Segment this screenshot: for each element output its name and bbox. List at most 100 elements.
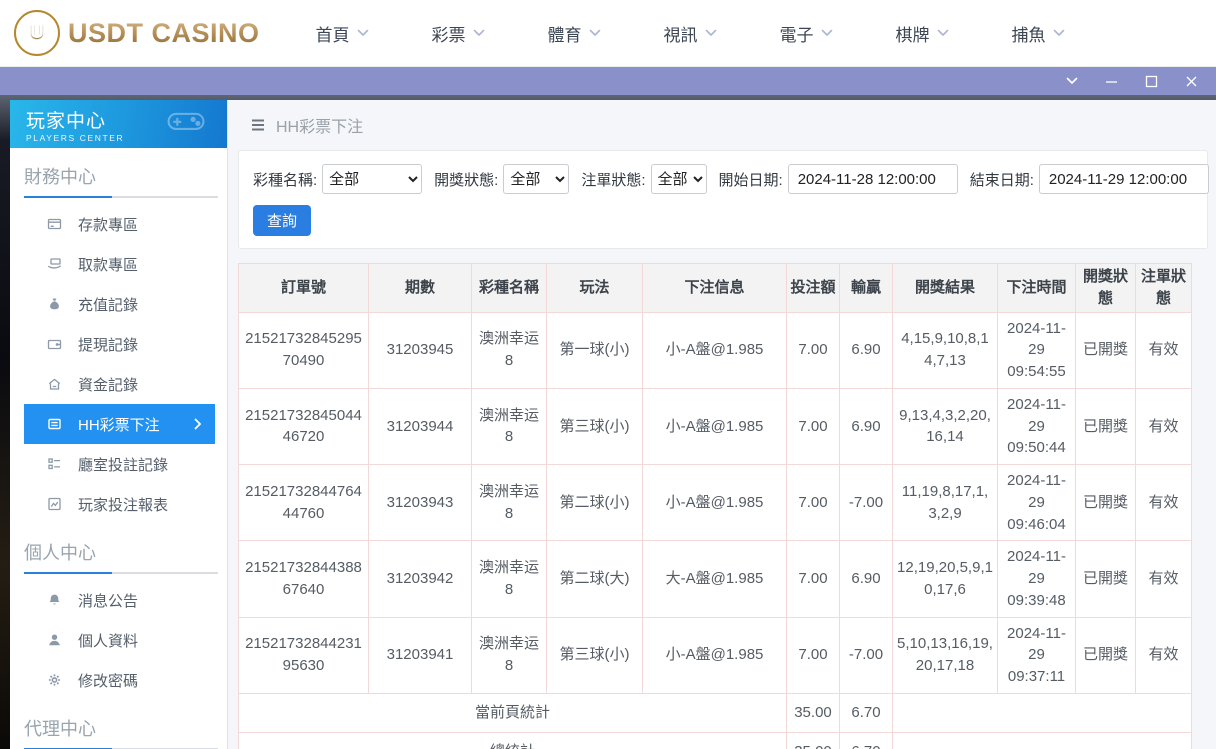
- sidebar-item[interactable]: 修改密碼: [24, 660, 215, 700]
- hamburger-menu-icon[interactable]: [250, 118, 266, 132]
- nav-item-label: 體育: [547, 25, 582, 45]
- user-icon: [46, 632, 63, 648]
- sidebar-menu: 財務中心存款專區取款專區充值記錄提現記錄 資金記錄 HH彩票下注廳室投註記錄 玩家投注…: [10, 163, 227, 749]
- nav-item[interactable]: 捕魚: [1012, 21, 1065, 46]
- sidebar-item[interactable]: 個人資料: [24, 620, 215, 660]
- close-icon[interactable]: [1185, 75, 1198, 88]
- column-header: 彩種名稱: [471, 263, 547, 313]
- column-header: 輸贏: [839, 263, 893, 313]
- section-underline: [24, 572, 218, 574]
- filter-panel: 彩種名稱: 全部 開獎狀態: 全部 注單狀態: 全部 開始日期: 結束日期:: [238, 150, 1209, 249]
- summary-empty: [892, 692, 1192, 733]
- summary-winloss: 6.70: [839, 731, 893, 749]
- end-date-input[interactable]: [1038, 164, 1209, 194]
- maximize-icon[interactable]: [1145, 75, 1158, 88]
- sidebar-item-label: 個人資料: [78, 632, 139, 650]
- nav-item[interactable]: 首頁: [316, 21, 369, 46]
- cell-play: 第二球(大): [546, 540, 643, 618]
- nav-item[interactable]: 彩票: [432, 21, 485, 46]
- nav-item-label: 捕魚: [1011, 25, 1046, 45]
- draw-status-filter-label: 開獎狀態:: [434, 171, 499, 189]
- cell-period: 31203945: [368, 311, 472, 389]
- cell-bet-info: 小-A盤@1.985: [642, 311, 787, 389]
- money-bag-icon: [46, 296, 63, 312]
- chevron-down-icon: [589, 29, 601, 37]
- sidebar-item-label: 存款專區: [78, 216, 139, 234]
- sidebar-section-title: 財務中心: [24, 167, 96, 187]
- start-date-input[interactable]: [787, 164, 958, 194]
- cell-result: 5,10,13,16,19,20,17,18: [892, 616, 998, 694]
- cell-result: 12,19,20,5,9,10,17,6: [892, 540, 998, 618]
- window-titlebar: [0, 67, 1216, 95]
- sidebar-item[interactable]: 充值記錄: [24, 284, 215, 324]
- cell-lottery: 澳洲幸运8: [471, 540, 547, 618]
- sidebar-item[interactable]: 資金記錄: [24, 364, 215, 404]
- nav-item[interactable]: 棋牌: [896, 21, 949, 46]
- cell-draw-status: 已開獎: [1075, 311, 1136, 389]
- query-button[interactable]: 查詢: [253, 205, 312, 236]
- top-navigation-bar: U USDT CASINO 首頁 彩票 體育 視訊 電子 棋牌 捕魚: [0, 0, 1216, 67]
- order-status-filter-label: 注單狀態:: [581, 171, 646, 189]
- table-header-row: 訂單號 期數 彩種名稱 玩法 下注信息 投注額 輸贏 開獎結果 下注時間 開獎狀態 注單狀態: [238, 263, 1192, 313]
- cell-period: 31203943: [368, 463, 472, 542]
- cell-play: 第二球(小): [546, 463, 643, 542]
- sidebar-item-label: 廳室投註記錄: [78, 456, 169, 474]
- nav-item-label: 電子: [779, 25, 814, 45]
- table-row: 2152173284529570490 31203945 澳洲幸运8 第一球(小) 小-…: [238, 311, 1192, 389]
- cell-lottery: 澳洲幸运8: [471, 616, 547, 694]
- coin-logo-icon: U: [14, 10, 60, 56]
- chevron-down-icon[interactable]: [1066, 77, 1078, 85]
- column-header: 注單狀態: [1135, 263, 1192, 313]
- brand-name: USDT CASINO: [68, 17, 260, 48]
- report-chart-icon: [46, 496, 63, 512]
- sidebar: 玩家中心 PLAYERS CENTER 財務中心 存款專區 取款專區 充值記錄 提現記錄…: [10, 100, 228, 749]
- lottery-filter-label: 彩種名稱:: [253, 171, 318, 189]
- summary-empty: [892, 731, 1192, 749]
- sidebar-item-label: 消息公告: [78, 592, 139, 610]
- chevron-down-icon: [821, 29, 833, 37]
- summary-label: 當前頁統計: [238, 692, 787, 733]
- draw-status-filter: 開獎狀態: 全部: [434, 164, 570, 194]
- summary-label: 總統計: [238, 731, 787, 749]
- lottery-filter: 彩種名稱: 全部: [253, 164, 423, 194]
- cell-bet-info: 小-A盤@1.985: [642, 463, 787, 542]
- minimize-icon[interactable]: [1105, 75, 1118, 88]
- column-header: 訂單號: [238, 263, 369, 313]
- nav-item-label: 視訊: [663, 25, 698, 45]
- sidebar-item[interactable]: 玩家投注報表: [24, 484, 215, 524]
- column-header: 投注額: [786, 263, 840, 313]
- cell-time: 2024-11-29 09:37:11: [997, 616, 1076, 694]
- workspace: 玩家中心 PLAYERS CENTER 財務中心 存款專區 取款專區 充值記錄 提現記錄…: [0, 95, 1216, 749]
- nav-item[interactable]: 視訊: [664, 21, 717, 46]
- sidebar-item[interactable]: HH彩票下注: [24, 404, 215, 444]
- table-body: 2152173284529570490 31203945 澳洲幸运8 第一球(小) 小-…: [238, 311, 1192, 749]
- cell-time: 2024-11-29 09:54:55: [997, 311, 1076, 389]
- cell-draw-status: 已開獎: [1075, 387, 1136, 466]
- end-date-filter: 結束日期:: [970, 164, 1209, 194]
- cell-draw-status: 已開獎: [1075, 540, 1136, 618]
- sidebar-item-label: 取款專區: [78, 256, 139, 274]
- order-status-select[interactable]: 全部: [650, 164, 707, 194]
- bell-icon: [46, 592, 63, 608]
- sidebar-item-label: 玩家投注報表: [78, 496, 169, 514]
- cell-result: 4,15,9,10,8,14,7,13: [892, 311, 998, 389]
- cell-time: 2024-11-29 09:39:48: [997, 540, 1076, 618]
- draw-status-select[interactable]: 全部: [503, 164, 570, 194]
- lottery-select[interactable]: 全部: [322, 164, 423, 194]
- nav-item[interactable]: 電子: [780, 21, 833, 46]
- start-date-filter: 開始日期:: [719, 164, 958, 194]
- bank-card-icon: [46, 216, 63, 232]
- cell-lottery: 澳洲幸运8: [471, 387, 547, 466]
- sidebar-item[interactable]: 存款專區: [24, 204, 215, 244]
- nav-item[interactable]: 體育: [548, 21, 601, 46]
- brand-logo[interactable]: U USDT CASINO: [0, 10, 260, 56]
- column-header: 玩法: [546, 263, 643, 313]
- cell-amount: 7.00: [786, 616, 840, 694]
- cell-order-no: 2152173284438867640: [238, 540, 369, 618]
- sidebar-item[interactable]: 取款專區: [24, 244, 215, 284]
- sidebar-item[interactable]: 消息公告: [24, 580, 215, 620]
- sidebar-item-label: 充值記錄: [78, 296, 139, 314]
- sidebar-item[interactable]: 廳室投註記錄: [24, 444, 215, 484]
- sidebar-section-title: 個人中心: [24, 543, 96, 563]
- sidebar-item[interactable]: 提現記錄: [24, 324, 215, 364]
